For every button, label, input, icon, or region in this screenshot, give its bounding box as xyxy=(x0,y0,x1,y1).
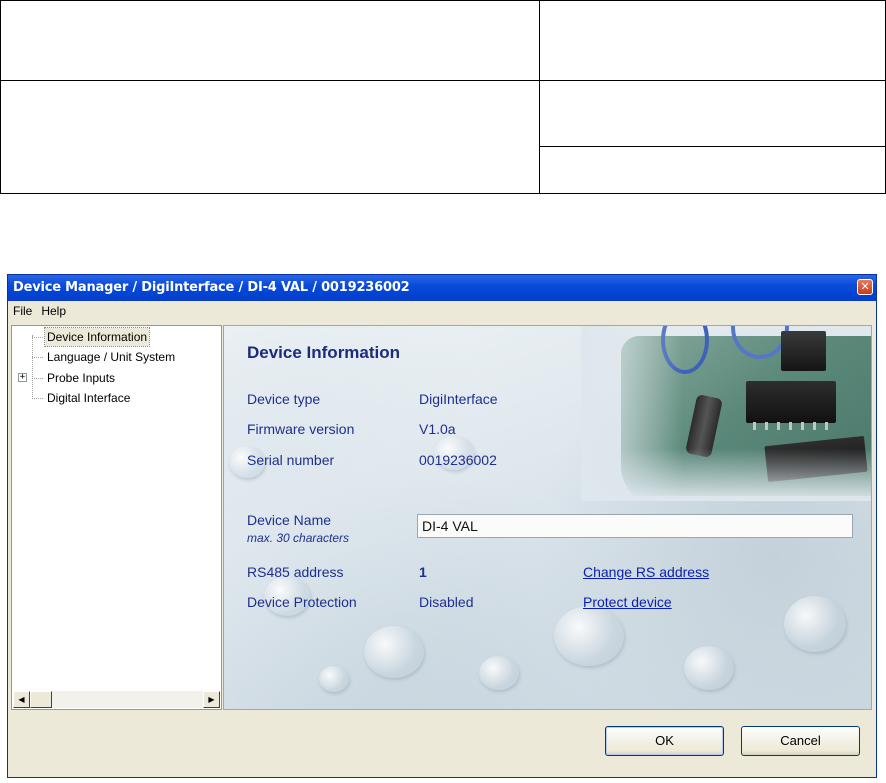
serial-number-label: Serial number xyxy=(247,452,335,468)
background-drop xyxy=(784,596,846,652)
scroll-left-icon[interactable]: ◀ xyxy=(13,691,30,708)
serial-number-value: 0019236002 xyxy=(419,452,497,468)
ok-button[interactable]: OK xyxy=(605,726,724,756)
firmware-version-label: Firmware version xyxy=(247,421,355,437)
tree-connector xyxy=(32,335,33,397)
image-fade xyxy=(581,326,871,501)
menu-bar: File Help xyxy=(8,301,876,322)
background-drop xyxy=(554,606,624,666)
device-name-hint: max. 30 characters xyxy=(247,531,350,545)
tree-branch xyxy=(32,357,43,358)
tree-item-label: Device Information xyxy=(43,327,151,347)
tree-branch xyxy=(32,398,43,399)
background-drop xyxy=(479,656,519,690)
firmware-version-value: V1.0a xyxy=(419,421,456,437)
background-drop xyxy=(319,666,349,692)
navigation-tree: Device Information Language / Unit Syste… xyxy=(11,325,222,710)
tree-branch xyxy=(32,378,43,379)
device-manager-window: Device Manager / DigiInterface / DI-4 VA… xyxy=(7,274,877,778)
cancel-button[interactable]: Cancel xyxy=(741,726,860,756)
device-type-label: Device type xyxy=(247,391,321,407)
menu-help[interactable]: Help xyxy=(37,301,70,322)
tree-item-label: Digital Interface xyxy=(47,391,131,405)
page-title: Device Information xyxy=(247,343,401,362)
background-drop xyxy=(684,646,734,690)
title-bar: Device Manager / DigiInterface / DI-4 VA… xyxy=(8,275,876,301)
device-type-value: DigiInterface xyxy=(419,391,498,407)
change-rs-address-link[interactable]: Change RS address xyxy=(583,564,709,580)
device-protection-label: Device Protection xyxy=(247,594,357,610)
rs485-address-label: RS485 address xyxy=(247,564,344,580)
device-information-panel: Device Information Device type DigiInter… xyxy=(223,325,872,710)
window-title: Device Manager / DigiInterface / DI-4 VA… xyxy=(13,280,410,295)
expand-plus-icon[interactable]: + xyxy=(18,373,27,382)
scroll-right-icon[interactable]: ▶ xyxy=(203,691,220,708)
menu-file[interactable]: File xyxy=(9,301,36,322)
device-name-input[interactable]: DI-4 VAL xyxy=(417,514,853,538)
device-name-label: Device Name xyxy=(247,512,332,528)
horizontal-scrollbar[interactable]: ◀ ▶ xyxy=(13,691,220,708)
tree-item-label: Language / Unit System xyxy=(47,350,176,364)
tree-branch xyxy=(32,337,43,338)
scroll-thumb[interactable] xyxy=(30,691,52,708)
rs485-address-value: 1 xyxy=(419,564,427,580)
background-drop xyxy=(364,626,424,678)
close-icon[interactable]: ✕ xyxy=(857,279,873,295)
tree-item-label: Probe Inputs xyxy=(47,371,116,385)
protect-device-link[interactable]: Protect device xyxy=(583,594,672,610)
device-protection-value: Disabled xyxy=(419,594,474,610)
